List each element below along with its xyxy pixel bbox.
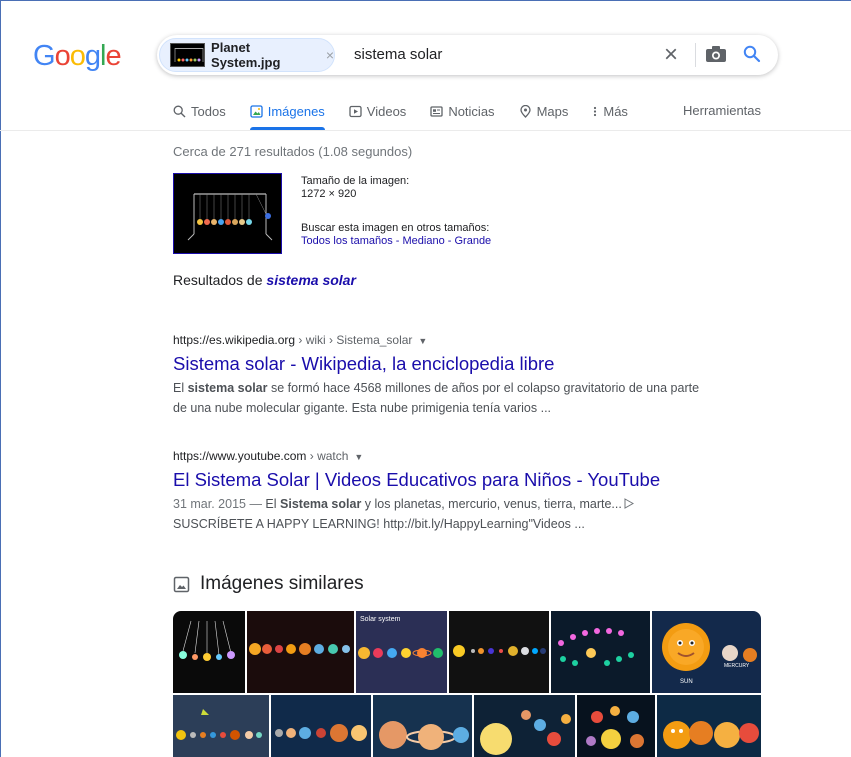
play-icon[interactable] xyxy=(624,498,634,509)
tab-mas[interactable]: Más xyxy=(592,101,628,121)
result-url[interactable]: https://es.wikipedia.org › wiki › Sistem… xyxy=(173,333,733,347)
map-pin-icon xyxy=(519,104,531,118)
search-tabs: Todos Imágenes Videos Noticias Maps Más xyxy=(173,101,652,131)
result-snippet: 31 mar. 2015 — El Sistema solar y los pl… xyxy=(173,494,733,534)
similar-image[interactable] xyxy=(577,695,655,757)
image-size-value: 1272 × 920 xyxy=(301,188,357,200)
tile-caption: Solar system xyxy=(360,616,401,623)
similar-image[interactable] xyxy=(551,611,650,693)
result-url[interactable]: https://www.youtube.com › watch ▼ xyxy=(173,449,733,463)
query-image-preview[interactable] xyxy=(173,173,282,254)
image-icon xyxy=(250,104,263,118)
similar-image[interactable] xyxy=(173,611,245,693)
search-result: https://es.wikipedia.org › wiki › Sistem… xyxy=(173,333,733,418)
query-image-filename: Planet System.jpg xyxy=(211,40,281,70)
news-icon xyxy=(430,105,443,117)
results-for-link[interactable]: sistema solar xyxy=(266,272,356,288)
search-icon xyxy=(173,105,186,117)
tab-imagenes[interactable]: Imágenes xyxy=(249,101,325,130)
similar-image[interactable]: Solar system xyxy=(356,611,447,693)
similar-image[interactable]: MERCURY SUN xyxy=(652,611,761,693)
search-result: https://www.youtube.com › watch ▼ El Sist… xyxy=(173,449,733,534)
tab-noticias[interactable]: Noticias xyxy=(430,101,495,121)
result-snippet: El sistema solar se formó hace 4568 mill… xyxy=(173,381,700,415)
more-vert-icon xyxy=(594,106,597,116)
tab-maps[interactable]: Maps xyxy=(519,101,568,121)
tile-caption: MERCURY xyxy=(724,663,750,669)
similar-image[interactable] xyxy=(657,695,761,757)
similar-image[interactable] xyxy=(474,695,575,757)
other-sizes-label: Buscar esta imagen en otros tamaños: xyxy=(301,222,490,234)
search-input[interactable]: sistema solar xyxy=(354,46,442,63)
clear-search-icon[interactable]: × xyxy=(664,41,678,69)
result-title[interactable]: Sistema solar - Wikipedia, la encicloped… xyxy=(173,352,733,376)
tools-button[interactable]: Herramientas xyxy=(683,103,761,118)
link-medium[interactable]: Mediano xyxy=(403,235,445,247)
remove-image-icon[interactable]: × xyxy=(326,47,334,63)
camera-icon[interactable] xyxy=(706,46,726,62)
similar-image[interactable] xyxy=(173,695,269,757)
video-icon xyxy=(349,105,362,117)
result-title[interactable]: El Sistema Solar | Videos Educativos par… xyxy=(173,468,733,492)
search-bar[interactable]: Planet System.jpg × sistema solar × xyxy=(157,35,778,75)
tab-todos[interactable]: Todos xyxy=(173,101,226,121)
tile-caption: SUN xyxy=(680,679,693,685)
similar-images-grid: Solar system MERCURY SUN xyxy=(173,611,761,757)
image-info: Tamaño de la imagen: 1272 × 920 Buscar e… xyxy=(301,175,491,248)
caret-down-icon[interactable]: ▼ xyxy=(418,336,427,346)
image-size-label: Tamaño de la imagen: xyxy=(301,175,410,187)
link-all-sizes[interactable]: Todos los tamaños xyxy=(301,235,393,247)
similar-image[interactable] xyxy=(373,695,472,757)
tab-videos[interactable]: Videos xyxy=(349,101,406,121)
size-links: Todos los tamaños - Mediano - Grande xyxy=(301,235,492,247)
similar-image[interactable] xyxy=(247,611,354,693)
image-icon xyxy=(173,576,190,592)
similar-images-heading: Imágenes similares xyxy=(173,573,364,595)
results-for: Resultados de sistema solar xyxy=(173,272,356,288)
search-icon[interactable] xyxy=(743,45,761,63)
caret-down-icon[interactable]: ▼ xyxy=(354,452,363,462)
link-large[interactable]: Grande xyxy=(454,235,491,247)
query-image-thumbnail xyxy=(170,43,206,67)
similar-image[interactable] xyxy=(271,695,371,757)
image-query-chip[interactable]: Planet System.jpg × xyxy=(159,38,335,72)
google-logo[interactable]: Google xyxy=(33,40,122,73)
header-divider xyxy=(0,130,851,131)
result-stats: Cerca de 271 resultados (1.08 segundos) xyxy=(173,144,413,159)
search-divider xyxy=(695,43,696,67)
similar-image[interactable] xyxy=(449,611,549,693)
